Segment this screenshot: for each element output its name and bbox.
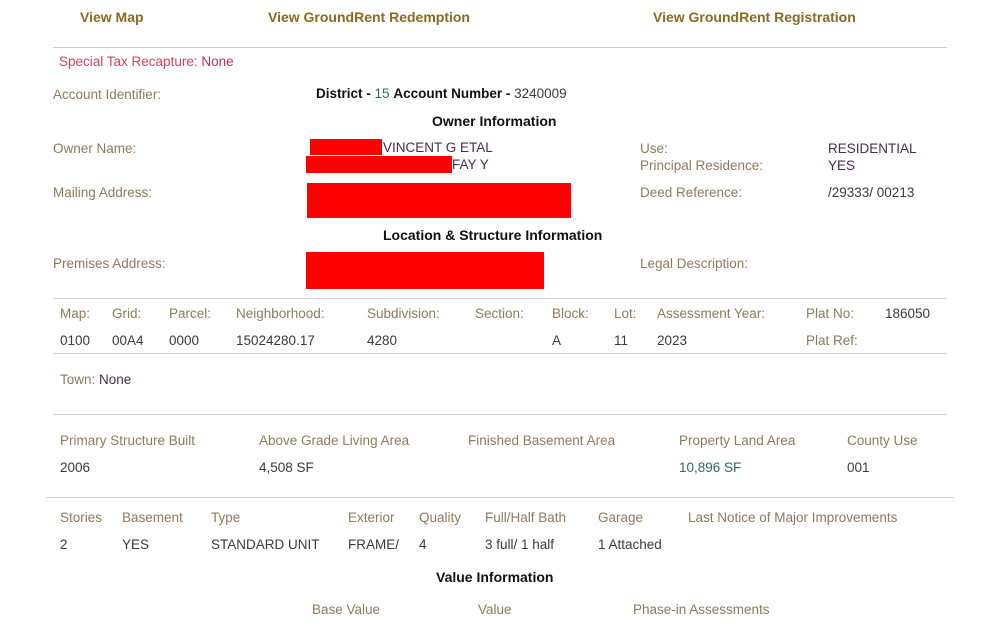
neighborhood-value: 15024280.17 [236,333,315,348]
value-header: Value [478,602,512,617]
last-notice-major-improvements-header: Last Notice of Major Improvements [688,510,898,525]
property-land-area-value: 10,896 SF [679,460,742,475]
neighborhood-header: Neighborhood: [236,306,325,321]
district-value: 15 [374,86,390,101]
deed-reference-value: /29333/ 00213 [828,185,915,200]
assessment-year-header: Assessment Year: [657,306,766,321]
owner-name-label: Owner Name: [53,141,137,156]
account-number-value: 3240009 [514,86,567,101]
basement-value: YES [122,537,150,552]
principal-residence-value: YES [828,158,856,173]
parcel-header: Parcel: [169,306,212,321]
redacted-premises-address [306,252,544,289]
exterior-value: FRAME/ [348,537,400,552]
stories-header: Stories [60,510,103,525]
divider [53,298,947,299]
above-grade-living-area-value: 4,508 SF [259,460,314,475]
section-header: Section: [475,306,524,321]
view-groundrent-redemption-link[interactable]: View GroundRent Redemption [268,9,470,25]
owner-name-line1: VINCENT G ETAL [383,140,493,155]
town-value: None [99,372,132,387]
special-tax-label: Special Tax Recapture: [59,54,198,69]
owner-name-line2: FAY Y [452,157,489,172]
grid-value: 00A4 [112,333,144,348]
garage-header: Garage [598,510,644,525]
owner-information-heading: Owner Information [432,113,557,129]
redacted-block [306,156,452,173]
divider [53,353,947,354]
map-header: Map: [60,306,91,321]
full-half-bath-header: Full/Half Bath [485,510,567,525]
type-value: STANDARD UNIT [211,537,320,552]
district-label: District - [316,86,371,101]
account-number-label: Account Number - [393,86,511,101]
view-groundrent-registration-link[interactable]: View GroundRent Registration [653,9,856,25]
account-identifier-label: Account Identifier: [53,87,162,102]
above-grade-living-area-header: Above Grade Living Area [259,433,410,448]
quality-header: Quality [419,510,462,525]
basement-header: Basement [122,510,183,525]
grid-header: Grid: [112,306,142,321]
principal-residence-label: Principal Residence: [640,158,764,173]
town-label: Town: [60,372,96,387]
town: Town: None [60,372,131,387]
view-map-link[interactable]: View Map [80,9,144,25]
finished-basement-area-header: Finished Basement Area [468,433,616,448]
block-header: Block: [552,306,589,321]
special-tax-value: None [201,54,234,69]
block-value: A [552,333,562,348]
assessment-year-value: 2023 [657,333,688,348]
mailing-address-label: Mailing Address: [53,185,153,200]
value-information-heading: Value Information [436,569,554,585]
full-half-bath-value: 3 full/ 1 half [485,537,555,552]
redacted-mailing-address [307,183,571,218]
legal-description-label: Legal Description: [640,256,749,271]
lot-header: Lot: [614,306,637,321]
use-label: Use: [640,141,668,156]
exterior-header: Exterior [348,510,395,525]
special-tax-recapture: Special Tax Recapture: None [59,54,234,69]
use-value: RESIDENTIAL [828,141,917,156]
plat-no-value: 186050 [885,306,931,321]
county-use-header: County Use [847,433,918,448]
type-header: Type [211,510,241,525]
parcel-value: 0000 [169,333,200,348]
primary-structure-built-header: Primary Structure Built [60,433,196,448]
property-land-area-header: Property Land Area [679,433,796,448]
account-identifier-value: District - 15 Account Number - 3240009 [316,86,567,101]
divider [53,47,947,48]
garage-value: 1 Attached [598,537,662,552]
divider [53,414,947,415]
divider [46,497,954,498]
quality-value: 4 [419,537,427,552]
location-structure-heading: Location & Structure Information [383,227,603,243]
county-use-value: 001 [847,460,870,475]
stories-value: 2 [60,537,68,552]
subdivision-value: 4280 [367,333,398,348]
deed-reference-label: Deed Reference: [640,185,743,200]
subdivision-header: Subdivision: [367,306,440,321]
plat-no-header: Plat No: [806,306,855,321]
premises-address-label: Premises Address: [53,256,166,271]
plat-ref-label: Plat Ref: [806,333,858,348]
lot-value: 11 [614,333,629,348]
phase-in-assessments-header: Phase-in Assessments [633,602,770,617]
map-value: 0100 [60,333,91,348]
redacted-block [310,139,382,155]
base-value-header: Base Value [312,602,381,617]
primary-structure-built-value: 2006 [60,460,91,475]
